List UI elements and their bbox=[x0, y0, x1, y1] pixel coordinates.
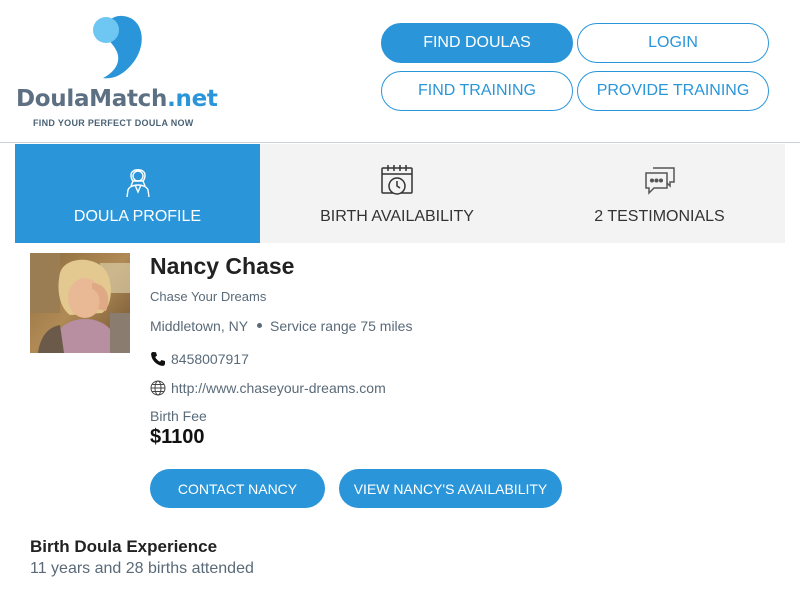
find-doulas-button[interactable]: FIND DOULAS bbox=[381, 23, 573, 63]
location-line: Middletown, NY Service range 75 miles bbox=[150, 318, 412, 334]
tab-label: DOULA PROFILE bbox=[73, 208, 202, 225]
logo-wordmark: DoulaMatch.net bbox=[16, 86, 218, 112]
logo-word-net: .net bbox=[167, 86, 218, 112]
experience-text: 11 years and 28 births attended bbox=[30, 560, 254, 577]
experience-heading: Birth Doula Experience bbox=[30, 537, 218, 556]
contact-doula-button[interactable]: CONTACT NANCY bbox=[150, 469, 325, 508]
website-link[interactable]: http://www.chaseyour-dreams.com bbox=[171, 380, 386, 396]
tab-doula-profile[interactable]: DOULA PROFILE bbox=[15, 144, 260, 243]
logo-mark-icon bbox=[93, 15, 142, 79]
view-availability-button[interactable]: VIEW NANCY'S AVAILABILITY bbox=[339, 469, 562, 508]
tab-label: BIRTH AVAILABILITY bbox=[320, 208, 474, 225]
logo-word-match: Match bbox=[89, 86, 168, 112]
globe-icon bbox=[150, 380, 166, 396]
phone-icon bbox=[151, 352, 165, 366]
provide-training-button[interactable]: PROVIDE TRAINING bbox=[577, 71, 769, 111]
tab-label: 2 TESTIMONIALS bbox=[594, 208, 725, 225]
tab-testimonials[interactable]: 2 TESTIMONIALS bbox=[534, 144, 785, 243]
logo-word-doula: Doula bbox=[16, 86, 90, 112]
site-logo[interactable]: DoulaMatch.net FIND YOUR PERFECT DOULA N… bbox=[16, 10, 226, 132]
location-text: Middletown, NY bbox=[150, 318, 249, 334]
logo-tagline: FIND YOUR PERFECT DOULA NOW bbox=[33, 118, 194, 128]
birth-fee-value: $1100 bbox=[150, 426, 205, 448]
business-name: Chase Your Dreams bbox=[150, 289, 267, 304]
phone-number[interactable]: 8458007917 bbox=[171, 351, 249, 367]
tab-birth-availability[interactable]: BIRTH AVAILABILITY bbox=[260, 144, 534, 243]
chat-bubbles-icon bbox=[644, 167, 675, 195]
calendar-clock-icon bbox=[381, 165, 413, 195]
find-training-button[interactable]: FIND TRAINING bbox=[381, 71, 573, 111]
profile-tabs: DOULA PROFILE BIRTH AVAILABILITY 2 TESTI… bbox=[15, 144, 785, 243]
website-row[interactable]: http://www.chaseyour-dreams.com bbox=[150, 380, 386, 396]
doula-photo bbox=[30, 253, 130, 353]
login-button[interactable]: LOGIN bbox=[577, 23, 769, 63]
site-header: DoulaMatch.net FIND YOUR PERFECT DOULA N… bbox=[0, 0, 800, 143]
separator-dot bbox=[257, 323, 263, 329]
phone-row[interactable]: 8458007917 bbox=[150, 351, 249, 367]
doula-name: Nancy Chase bbox=[150, 253, 295, 279]
service-range-text: Service range 75 miles bbox=[270, 318, 413, 334]
doula-person-icon bbox=[125, 169, 150, 198]
birth-fee-label: Birth Fee bbox=[150, 408, 207, 424]
